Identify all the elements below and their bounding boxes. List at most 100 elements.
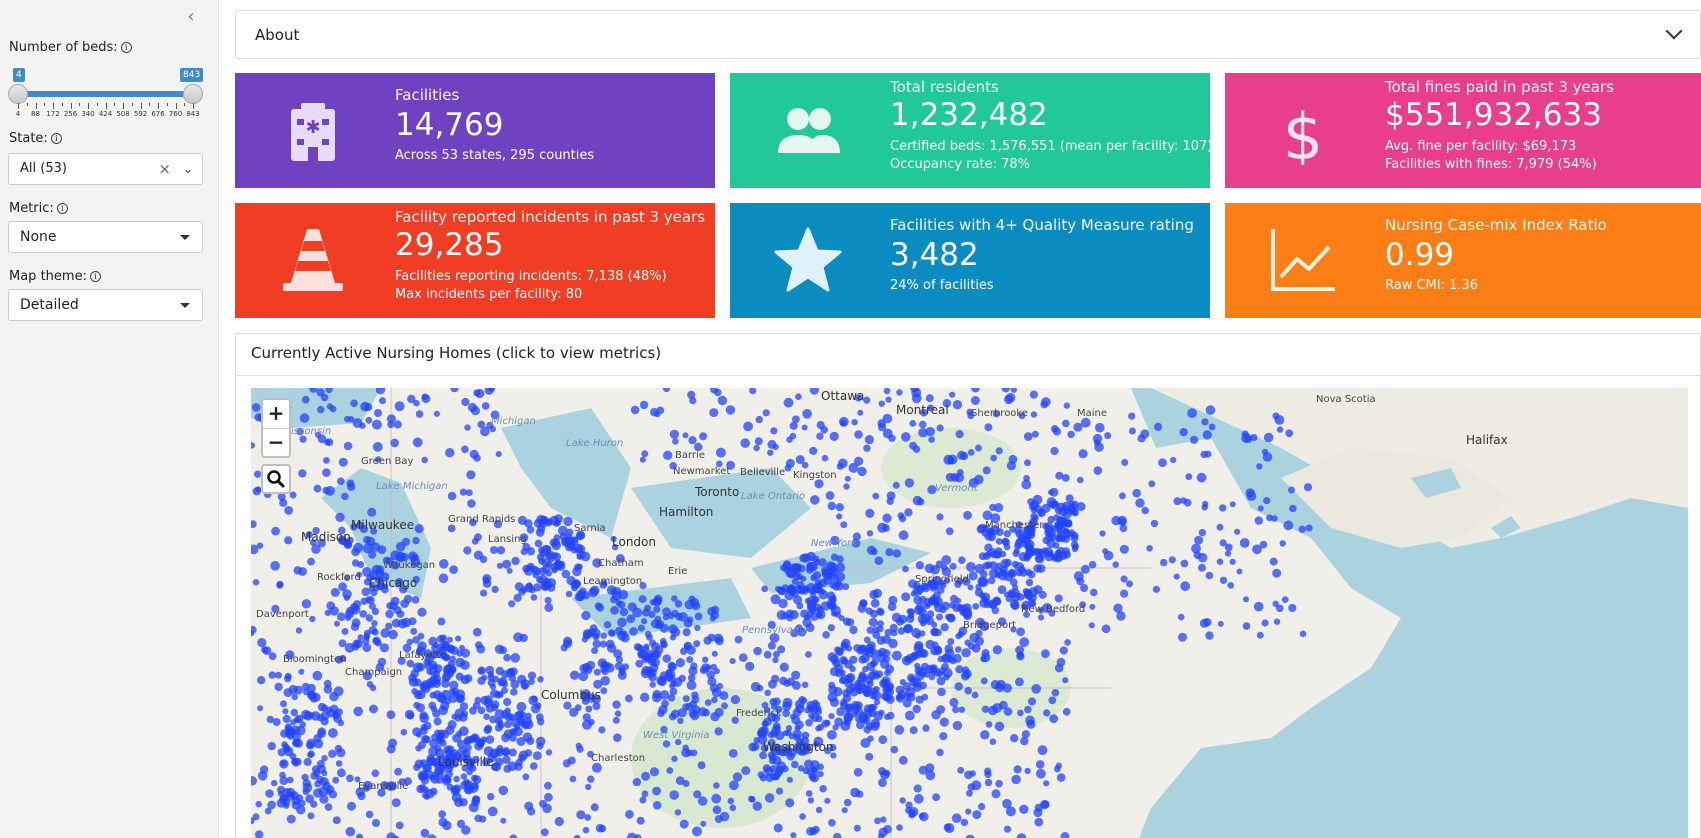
facility-marker[interactable]: [682, 432, 689, 439]
facility-marker[interactable]: [433, 717, 442, 726]
facility-marker[interactable]: [522, 773, 530, 781]
facility-marker[interactable]: [1234, 528, 1241, 535]
facility-marker[interactable]: [644, 604, 652, 612]
facility-marker[interactable]: [801, 424, 808, 431]
facility-marker[interactable]: [989, 738, 997, 745]
facility-marker[interactable]: [593, 668, 601, 676]
facility-marker[interactable]: [371, 769, 380, 778]
facility-marker[interactable]: [491, 585, 499, 593]
facility-marker[interactable]: [1272, 412, 1280, 420]
facility-marker[interactable]: [388, 629, 398, 640]
facility-marker[interactable]: [899, 679, 906, 686]
facility-marker[interactable]: [496, 546, 506, 555]
facility-marker[interactable]: [1217, 620, 1224, 627]
facility-marker[interactable]: [365, 416, 373, 424]
facility-marker[interactable]: [657, 709, 665, 718]
facility-marker[interactable]: [524, 720, 534, 730]
facility-marker[interactable]: [275, 671, 282, 679]
facility-marker[interactable]: [266, 715, 274, 724]
facility-marker[interactable]: [635, 659, 644, 668]
facility-marker[interactable]: [809, 827, 818, 836]
facility-marker[interactable]: [428, 746, 439, 757]
facility-marker[interactable]: [600, 661, 609, 669]
facility-marker[interactable]: [753, 444, 760, 452]
facility-marker[interactable]: [827, 730, 837, 740]
facility-marker[interactable]: [853, 824, 861, 832]
facility-marker[interactable]: [883, 824, 892, 834]
facility-marker[interactable]: [1003, 825, 1012, 833]
facility-marker[interactable]: [1049, 487, 1059, 497]
facility-marker[interactable]: [884, 669, 891, 677]
facility-marker[interactable]: [540, 828, 549, 837]
facility-marker[interactable]: [707, 607, 717, 616]
facility-marker[interactable]: [365, 596, 372, 604]
facility-marker[interactable]: [991, 789, 1001, 799]
facility-marker[interactable]: [639, 796, 647, 804]
facility-marker[interactable]: [1276, 426, 1284, 433]
facility-marker[interactable]: [714, 815, 723, 824]
facility-marker[interactable]: [589, 624, 598, 633]
facility-marker[interactable]: [1201, 418, 1209, 426]
facility-marker[interactable]: [917, 607, 927, 617]
facility-marker[interactable]: [270, 561, 280, 571]
facility-marker[interactable]: [563, 639, 573, 649]
facility-marker[interactable]: [849, 625, 858, 635]
facility-marker[interactable]: [379, 643, 389, 653]
facility-marker[interactable]: [279, 759, 289, 769]
facility-marker[interactable]: [335, 708, 343, 716]
facility-marker[interactable]: [345, 826, 356, 837]
facility-marker[interactable]: [694, 612, 703, 621]
facility-marker[interactable]: [925, 770, 936, 781]
facility-marker[interactable]: [750, 681, 761, 692]
facility-marker[interactable]: [422, 786, 430, 794]
facility-marker[interactable]: [282, 714, 291, 723]
facility-marker[interactable]: [967, 584, 974, 591]
facility-marker[interactable]: [764, 793, 775, 803]
facility-marker[interactable]: [867, 708, 877, 717]
facility-marker[interactable]: [711, 793, 722, 804]
facility-marker[interactable]: [372, 819, 380, 827]
facility-marker[interactable]: [636, 816, 645, 825]
facility-marker[interactable]: [368, 550, 377, 559]
facility-marker[interactable]: [1037, 745, 1048, 756]
facility-marker[interactable]: [1031, 430, 1039, 438]
facility-marker[interactable]: [964, 686, 972, 695]
facility-marker[interactable]: [669, 429, 679, 439]
facility-marker[interactable]: [692, 826, 702, 837]
facility-marker[interactable]: [1000, 559, 1010, 569]
facility-marker[interactable]: [412, 437, 423, 448]
facility-marker[interactable]: [797, 564, 806, 573]
state-select[interactable]: All (53) × ⌄: [8, 153, 203, 185]
facility-marker[interactable]: [507, 668, 515, 675]
facility-marker[interactable]: [483, 713, 490, 720]
facility-marker[interactable]: [472, 775, 482, 785]
facility-marker[interactable]: [530, 762, 538, 770]
facility-marker[interactable]: [1033, 564, 1042, 573]
facility-marker[interactable]: [284, 506, 294, 515]
facility-marker[interactable]: [954, 682, 963, 691]
facility-marker[interactable]: [801, 553, 811, 563]
facility-marker[interactable]: [972, 603, 980, 610]
facility-marker[interactable]: [484, 724, 493, 733]
facility-marker[interactable]: [752, 801, 762, 811]
facility-marker[interactable]: [1005, 806, 1016, 817]
facility-marker[interactable]: [265, 789, 274, 798]
facility-marker[interactable]: [846, 618, 855, 627]
facility-marker[interactable]: [1007, 591, 1015, 598]
facility-marker[interactable]: [538, 575, 549, 585]
facility-marker[interactable]: [1190, 435, 1199, 444]
facility-marker[interactable]: [678, 674, 686, 683]
facility-marker[interactable]: [690, 749, 698, 757]
facility-marker[interactable]: [936, 613, 943, 621]
facility-marker[interactable]: [709, 615, 716, 622]
facility-marker[interactable]: [341, 492, 349, 501]
facility-marker[interactable]: [944, 823, 955, 834]
facility-marker[interactable]: [952, 706, 960, 714]
facility-marker[interactable]: [890, 745, 899, 754]
facility-marker[interactable]: [608, 629, 616, 637]
facility-marker[interactable]: [845, 645, 853, 652]
facility-marker[interactable]: [1088, 622, 1095, 629]
facility-marker[interactable]: [712, 805, 722, 815]
facility-marker[interactable]: [515, 758, 523, 767]
facility-marker[interactable]: [1243, 596, 1249, 603]
